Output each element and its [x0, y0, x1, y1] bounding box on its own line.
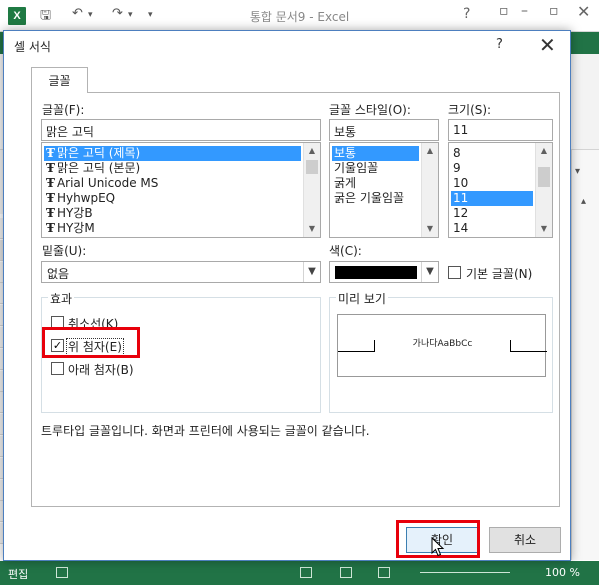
- font-list-scrollbar[interactable]: ▲ ▼: [303, 143, 320, 237]
- font-name-input[interactable]: 맑은 고딕: [41, 119, 321, 141]
- scroll-down-icon[interactable]: ▼: [304, 221, 320, 237]
- list-item[interactable]: 11: [451, 191, 533, 206]
- zoom-slider[interactable]: [420, 572, 510, 573]
- page-break-icon[interactable]: [378, 567, 390, 578]
- close-icon[interactable]: ✕: [577, 2, 590, 21]
- size-list-scrollbar[interactable]: ▲ ▼: [535, 143, 552, 237]
- list-item-label: 8: [453, 146, 461, 160]
- list-item-label: 14: [453, 221, 469, 235]
- cancel-button[interactable]: 취소: [489, 527, 561, 553]
- preview-text: 가나다AaBbCc: [412, 339, 473, 349]
- list-item[interactable]: 12: [451, 206, 533, 221]
- list-item-label: 기울임꼴: [334, 161, 379, 175]
- subscript-checkbox[interactable]: [51, 362, 64, 375]
- list-item[interactable]: 10: [451, 176, 533, 191]
- excel-window-title: 통합 문서9 - Excel: [249, 10, 350, 24]
- list-item[interactable]: Ŧ HY강B: [44, 206, 301, 221]
- list-item-label: 10: [453, 176, 469, 190]
- color-select[interactable]: ▼: [329, 261, 439, 283]
- list-item[interactable]: 굵은 기울임꼴: [332, 191, 419, 206]
- effects-label: 효과: [48, 290, 75, 307]
- list-item[interactable]: 9: [451, 161, 533, 176]
- maximize-icon[interactable]: ▫: [549, 3, 559, 19]
- page-layout-icon[interactable]: [340, 567, 352, 578]
- font-style-list[interactable]: 보통 기울임꼴 굵게 굵은 기울임꼴 ▲ ▼: [329, 142, 439, 238]
- preview-label: 미리 보기: [336, 290, 388, 307]
- ribbon-display-icon[interactable]: ▫: [499, 3, 509, 19]
- scroll-up-icon[interactable]: ▲: [536, 143, 552, 159]
- list-item-label: 11: [453, 191, 469, 205]
- normal-font-checkbox[interactable]: [448, 266, 461, 279]
- list-item[interactable]: Ŧ HY강M: [44, 221, 301, 236]
- list-item[interactable]: 굵게: [332, 176, 419, 191]
- chevron-down-icon[interactable]: ▼: [421, 262, 438, 282]
- truetype-icon: Ŧ: [46, 206, 55, 220]
- list-item-label: 굵게: [334, 176, 357, 190]
- list-item[interactable]: 기울임꼴: [332, 161, 419, 176]
- subscript-label[interactable]: 아래 첨자(B): [68, 361, 134, 378]
- dialog-title: 셀 서식: [14, 40, 51, 54]
- list-item[interactable]: Ŧ 맑은 고딕 (본문): [44, 161, 301, 176]
- formula-expand-icon[interactable]: ▾: [575, 166, 580, 177]
- truetype-icon: Ŧ: [46, 191, 55, 205]
- normal-view-icon[interactable]: [300, 567, 312, 578]
- format-cells-dialog: 셀 서식 ? ✕ 글꼴 글꼴(F): 맑은 고딕 Ŧ 맑은 고딕 (제목) Ŧ 맑은 …: [3, 30, 571, 561]
- list-item-label: 9: [453, 161, 461, 175]
- font-style-label: 글꼴 스타일(O):: [329, 103, 411, 117]
- chevron-down-icon[interactable]: ▼: [303, 262, 320, 282]
- list-item-label: Arial Unicode MS: [56, 176, 159, 190]
- minimize-icon[interactable]: –: [521, 3, 528, 19]
- scroll-up-icon[interactable]: ▲: [422, 143, 438, 159]
- list-item-label: 굵은 기울임꼴: [334, 191, 405, 205]
- status-bar: 편집 100 %: [0, 561, 599, 585]
- list-item[interactable]: Ŧ 맑은 고딕 (제목): [44, 146, 301, 161]
- dialog-close-icon[interactable]: ✕: [539, 33, 556, 57]
- list-item-label: 맑은 고딕 (제목): [56, 146, 141, 160]
- excel-title-bar: X 🖫 ↶ ▾ ↷ ▾ ▾ 통합 문서9 - Excel ? ▫ – ▫ ✕: [0, 0, 599, 32]
- truetype-icon: Ŧ: [46, 161, 55, 175]
- font-style-input[interactable]: 보통: [329, 119, 439, 141]
- underline-label: 밑줄(U):: [42, 244, 87, 258]
- scroll-down-icon[interactable]: ▼: [422, 221, 438, 237]
- font-label: 글꼴(F):: [42, 103, 85, 117]
- color-swatch: [335, 266, 417, 279]
- underline-select[interactable]: 없음 ▼: [41, 261, 321, 283]
- dialog-help-icon[interactable]: ?: [496, 37, 503, 52]
- list-item[interactable]: 14: [451, 221, 533, 236]
- status-mode: 편집: [8, 568, 29, 581]
- preview-box: 가나다AaBbCc: [337, 314, 547, 377]
- mouse-cursor-icon: [431, 537, 445, 557]
- help-icon[interactable]: ?: [463, 6, 470, 22]
- superscript-highlight: [42, 327, 140, 358]
- list-item-label: HyhwpEQ: [56, 191, 116, 205]
- list-item[interactable]: Ŧ Arial Unicode MS: [44, 176, 301, 191]
- list-item-label: 12: [453, 206, 469, 220]
- scroll-down-icon[interactable]: ▼: [536, 221, 552, 237]
- tab-font[interactable]: 글꼴: [31, 67, 88, 93]
- normal-font-label[interactable]: 기본 글꼴(N): [466, 265, 532, 282]
- sheet-right-edge: ▾ ▴: [571, 150, 599, 560]
- list-item[interactable]: Ŧ HyhwpEQ: [44, 191, 301, 206]
- list-item[interactable]: 8: [451, 146, 533, 161]
- color-label: 색(C):: [329, 244, 362, 258]
- size-label: 크기(S):: [448, 103, 492, 117]
- truetype-icon: Ŧ: [46, 146, 55, 160]
- list-item-label: 맑은 고딕 (본문): [56, 161, 141, 175]
- style-list-scrollbar[interactable]: ▲ ▼: [421, 143, 438, 237]
- truetype-icon: Ŧ: [46, 176, 55, 190]
- macro-record-icon[interactable]: [56, 567, 68, 578]
- font-name-list[interactable]: Ŧ 맑은 고딕 (제목) Ŧ 맑은 고딕 (본문) Ŧ Arial Unicode MS Ŧ…: [41, 142, 321, 238]
- list-item-label: HY강B: [56, 206, 93, 220]
- size-input[interactable]: 11: [448, 119, 553, 141]
- scroll-up-icon[interactable]: ▴: [581, 196, 586, 207]
- size-list[interactable]: 8 9 10 11 12 14 ▲ ▼: [448, 142, 553, 238]
- list-item[interactable]: 보통: [332, 146, 419, 161]
- zoom-level[interactable]: 100 %: [545, 566, 580, 579]
- list-item-label: HY강M: [56, 221, 95, 235]
- underline-value: 없음: [47, 267, 70, 281]
- list-item-label: 보통: [334, 146, 357, 160]
- truetype-icon: Ŧ: [46, 221, 55, 235]
- scroll-up-icon[interactable]: ▲: [304, 143, 320, 159]
- font-info-text: 트루타입 글꼴입니다. 화면과 프린터에 사용되는 글꼴이 같습니다.: [41, 424, 370, 438]
